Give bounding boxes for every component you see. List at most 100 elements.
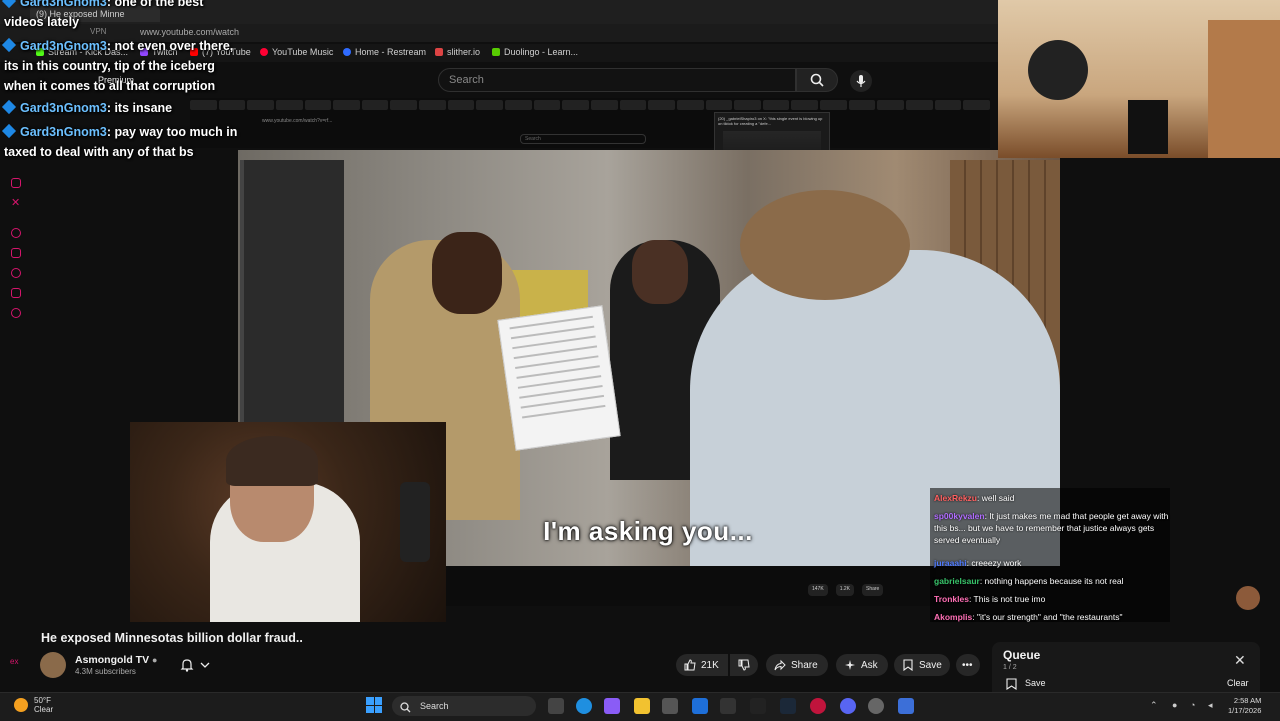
bookmark-item[interactable]: YouTube Music [260, 47, 333, 57]
bookmark-icon [435, 48, 443, 56]
chat-text: : creeezy work [966, 558, 1022, 568]
queue-clear-button[interactable]: Clear [1227, 678, 1249, 688]
video-subtitle: I'm asking you... [543, 516, 753, 546]
windows-icon [366, 697, 374, 705]
ask-label: Ask [861, 659, 878, 671]
like-button[interactable]: 21K [676, 654, 728, 676]
obs-icon[interactable] [810, 698, 826, 714]
taskbar-search[interactable]: Search [392, 696, 536, 716]
settings-icon[interactable] [898, 698, 914, 714]
diamond-icon [1, 0, 17, 9]
bookmark-icon [1006, 678, 1017, 691]
chat-text: : well said [977, 493, 1015, 503]
wall-poster [1028, 40, 1088, 100]
weather-icon[interactable] [14, 698, 28, 712]
chat-username: Gard3nGnom3 [20, 0, 107, 9]
viewer-avatar[interactable] [1236, 586, 1260, 610]
chat-text: : nothing happens because its not real [979, 576, 1124, 586]
room-monitor [1128, 100, 1168, 154]
bookmark-label: slither.io [447, 47, 481, 57]
diamond-icon [1, 123, 17, 139]
clock-time: 2:58 AM [1233, 696, 1262, 705]
file-explorer-icon[interactable] [634, 698, 650, 714]
like-count: 21K [701, 659, 719, 671]
more-options-button[interactable]: ••• [956, 654, 980, 676]
chat-username: AlexRekzu [934, 493, 977, 503]
close-icon[interactable]: ✕ [1234, 652, 1246, 669]
save-button[interactable]: Save [894, 654, 950, 676]
queue-count: 1 / 2 [1003, 664, 1017, 671]
diamond-icon [1, 37, 17, 53]
clock-icon[interactable] [11, 268, 21, 278]
microphone-tray-icon[interactable]: ● [1172, 700, 1177, 710]
chat-icon[interactable] [11, 178, 21, 188]
outlook-icon[interactable] [692, 698, 708, 714]
chat-username: Gard3nGnom3 [20, 39, 107, 53]
bell-icon [180, 659, 194, 672]
chat-message: juraaahi: creeezy work [934, 557, 1166, 569]
chat-message: Tronkles: This is not true imo [934, 593, 1166, 605]
embedded-action-bar: 147K 1.2K Share [808, 584, 884, 596]
system-clock[interactable]: 2:58 AM 1/17/2026 [1228, 696, 1261, 716]
voice-search-button[interactable] [850, 70, 872, 92]
copilot-icon[interactable] [604, 698, 620, 714]
chat-message: Gard3nGnom3: its insane [1, 98, 244, 118]
embedded-share: Share [861, 584, 884, 596]
store-icon[interactable] [662, 698, 678, 714]
edge-icon[interactable] [576, 698, 592, 714]
app-icon[interactable] [868, 698, 884, 714]
chat-username: Akomplis [934, 612, 973, 622]
record-icon[interactable] [11, 228, 21, 238]
youtube-search-button[interactable] [796, 68, 838, 92]
steam-icon[interactable] [780, 698, 796, 714]
clock-date: 1/17/2026 [1228, 706, 1262, 715]
app-icon[interactable] [720, 698, 736, 714]
queue-save-button[interactable]: Save [1025, 678, 1046, 688]
bookmark-item[interactable]: Home - Restream [343, 47, 426, 57]
microphone [400, 482, 430, 562]
chevron-down-icon [200, 662, 210, 668]
dislike-button[interactable] [730, 654, 758, 676]
bookmark-label: Duolingo - Learn... [504, 47, 579, 57]
tray-chevron-icon[interactable]: ⌃ [1150, 700, 1158, 711]
nested-tab-strip [190, 100, 990, 110]
more-icon: ••• [962, 659, 973, 671]
bookmark-item[interactable]: slither.io [435, 47, 480, 57]
weather-condition: Clear [34, 705, 54, 714]
subscriber-count: 4.3M subscribers [75, 667, 136, 676]
gear-icon[interactable] [11, 308, 21, 318]
channel-avatar[interactable] [40, 652, 66, 678]
chat-message: Gard3nGnom3: pay way too much in taxed t… [1, 122, 244, 162]
embedded-like: 147K [808, 584, 828, 596]
volume-icon[interactable]: ◂ [1208, 700, 1213, 711]
link-icon[interactable] [11, 288, 21, 298]
streamer-hair [226, 436, 318, 486]
bookmark-icon [343, 48, 351, 56]
task-view-icon[interactable] [548, 698, 564, 714]
popup-text: (20) _gabrielShapiro3 on X: "this single… [718, 116, 823, 126]
windows-start-button[interactable] [366, 697, 382, 713]
room-camera [998, 0, 1280, 158]
weather-widget[interactable]: 50°F Clear [34, 696, 53, 714]
room-door [1208, 20, 1280, 158]
thumbs-up-icon [684, 659, 696, 671]
app-icon[interactable] [750, 698, 766, 714]
x-icon[interactable]: ✕ [11, 198, 21, 209]
share-icon [774, 659, 786, 671]
discord-icon[interactable] [840, 698, 856, 714]
notification-bell-button[interactable] [180, 656, 224, 674]
video-document [497, 305, 621, 451]
youtube-search-input[interactable]: Search [438, 68, 796, 92]
share-button[interactable]: Share [766, 654, 828, 676]
video-person-head [740, 190, 910, 300]
calendar-icon[interactable] [11, 248, 21, 258]
chat-message: Akomplis: "it's our strength" and "the r… [934, 611, 1170, 623]
chat-message: AlexRekzu: well said [934, 492, 1166, 504]
share-label: Share [791, 659, 818, 671]
channel-name[interactable]: Asmongold TV ● [75, 654, 157, 666]
chat-text: : This is not true imo [968, 594, 1046, 604]
network-icon[interactable]: ◔ [1190, 700, 1195, 710]
verified-icon: ● [152, 655, 158, 665]
bookmark-item[interactable]: Duolingo - Learn... [492, 47, 578, 57]
ask-button[interactable]: Ask [836, 654, 888, 676]
